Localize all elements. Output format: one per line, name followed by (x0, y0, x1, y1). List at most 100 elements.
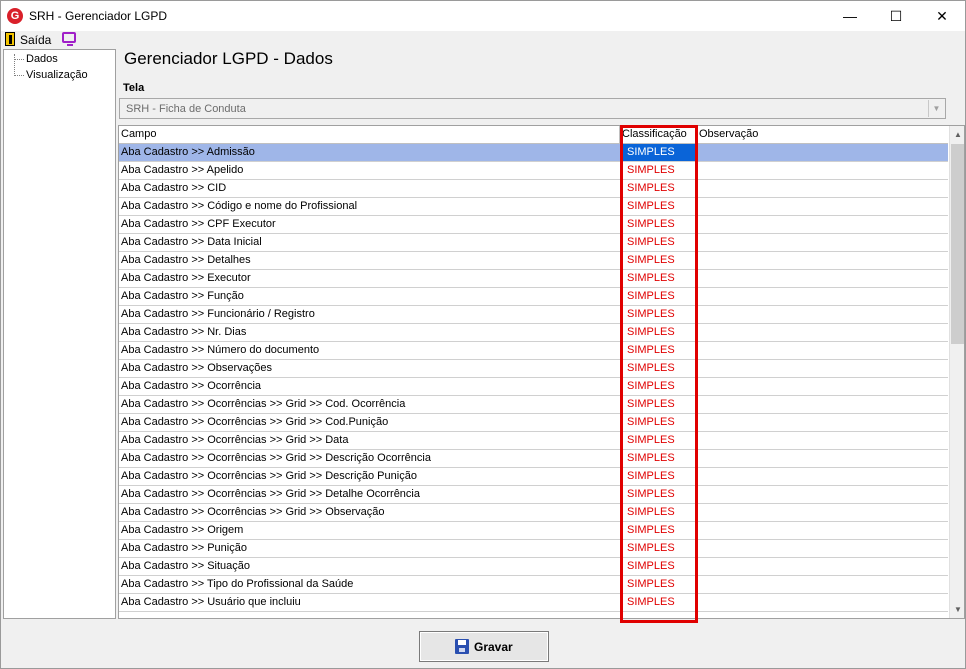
cell-campo[interactable]: Aba Cadastro >> Situação (121, 558, 618, 575)
table-row[interactable]: Aba Cadastro >> CID SIMPLES (119, 180, 948, 198)
cell-observacao[interactable] (697, 414, 948, 431)
cell-classificacao[interactable]: SIMPLES (620, 558, 697, 575)
table-row[interactable]: Aba Cadastro >> Punição SIMPLES (119, 540, 948, 558)
cell-observacao[interactable] (697, 450, 948, 467)
cell-classificacao[interactable]: SIMPLES (620, 360, 697, 377)
cell-campo[interactable]: Aba Cadastro >> Ocorrências >> Grid >> D… (121, 450, 618, 467)
table-row[interactable]: Aba Cadastro >> Detalhes SIMPLES (119, 252, 948, 270)
table-row[interactable]: Aba Cadastro >> Observações SIMPLES (119, 360, 948, 378)
cell-classificacao[interactable]: SIMPLES (620, 324, 697, 341)
table-row[interactable]: Aba Cadastro >> Situação SIMPLES (119, 558, 948, 576)
cell-campo[interactable]: Aba Cadastro >> Funcionário / Registro (121, 306, 618, 323)
cell-classificacao[interactable]: SIMPLES (620, 396, 697, 413)
cell-observacao[interactable] (697, 306, 948, 323)
table-row[interactable]: Aba Cadastro >> Funcionário / Registro SI… (119, 306, 948, 324)
cell-observacao[interactable] (697, 324, 948, 341)
cell-campo[interactable]: Aba Cadastro >> Código e nome do Profiss… (121, 198, 618, 215)
table-row[interactable]: Aba Cadastro >> Executor SIMPLES (119, 270, 948, 288)
cell-classificacao[interactable]: SIMPLES (620, 468, 697, 485)
cell-campo[interactable]: Aba Cadastro >> Observações (121, 360, 618, 377)
cell-observacao[interactable] (697, 288, 948, 305)
monitor-icon[interactable] (62, 32, 76, 46)
table-row[interactable]: Aba Cadastro >> Ocorrências >> Grid >> C… (119, 414, 948, 432)
cell-campo[interactable]: Aba Cadastro >> Data Inicial (121, 234, 618, 251)
table-row[interactable]: Aba Cadastro >> Admissão SIMPLES (119, 144, 948, 162)
cell-classificacao[interactable]: SIMPLES (620, 486, 697, 503)
cell-observacao[interactable] (697, 360, 948, 377)
cell-classificacao[interactable]: SIMPLES (620, 450, 697, 467)
table-row[interactable]: Aba Cadastro >> Nr. Dias SIMPLES (119, 324, 948, 342)
cell-classificacao[interactable]: SIMPLES (620, 414, 697, 431)
table-row[interactable]: Aba Cadastro >> Número do documento SIMPL… (119, 342, 948, 360)
cell-classificacao[interactable]: SIMPLES (620, 144, 697, 161)
cell-observacao[interactable] (697, 558, 948, 575)
save-button[interactable]: Gravar (419, 631, 549, 662)
cell-observacao[interactable] (697, 378, 948, 395)
cell-campo[interactable]: Aba Cadastro >> Nr. Dias (121, 324, 618, 341)
table-row[interactable]: Aba Cadastro >> Ocorrências >> Grid >> D… (119, 450, 948, 468)
cell-campo[interactable]: Aba Cadastro >> CID (121, 180, 618, 197)
cell-campo[interactable]: Aba Cadastro >> Ocorrências >> Grid >> O… (121, 504, 618, 521)
table-row[interactable]: Aba Cadastro >> Ocorrências >> Grid >> D… (119, 486, 948, 504)
cell-observacao[interactable] (697, 342, 948, 359)
table-row[interactable]: Aba Cadastro >> CPF Executor SIMPLES (119, 216, 948, 234)
cell-observacao[interactable] (697, 522, 948, 539)
cell-campo[interactable]: Aba Cadastro >> Ocorrências >> Grid >> D… (121, 468, 618, 485)
cell-observacao[interactable] (697, 594, 948, 611)
scroll-up-icon[interactable]: ▲ (950, 126, 964, 143)
cell-observacao[interactable] (697, 540, 948, 557)
table-row[interactable]: Aba Cadastro >> Tipo do Profissional da … (119, 576, 948, 594)
cell-classificacao[interactable]: SIMPLES (620, 180, 697, 197)
table-row[interactable]: Aba Cadastro >> Ocorrências >> Grid >> O… (119, 504, 948, 522)
cell-observacao[interactable] (697, 162, 948, 179)
cell-classificacao[interactable]: SIMPLES (620, 594, 697, 611)
table-row[interactable]: Aba Cadastro >> Código e nome do Profiss… (119, 198, 948, 216)
cell-observacao[interactable] (697, 432, 948, 449)
close-button[interactable]: ✕ (919, 1, 965, 31)
column-header-observacao[interactable]: Observação (697, 126, 948, 144)
scroll-thumb[interactable] (951, 144, 964, 344)
cell-campo[interactable]: Aba Cadastro >> CPF Executor (121, 216, 618, 233)
cell-campo[interactable]: Aba Cadastro >> Usuário que incluiu (121, 594, 618, 611)
cell-observacao[interactable] (697, 576, 948, 593)
table-row[interactable]: Aba Cadastro >> Ocorrência SIMPLES (119, 378, 948, 396)
cell-campo[interactable]: Aba Cadastro >> Ocorrências >> Grid >> C… (121, 396, 618, 413)
cell-observacao[interactable] (697, 252, 948, 269)
cell-campo[interactable]: Aba Cadastro >> Ocorrências >> Grid >> D… (121, 486, 618, 503)
cell-observacao[interactable] (697, 234, 948, 251)
table-row[interactable]: Aba Cadastro >> Data Inicial SIMPLES (119, 234, 948, 252)
cell-campo[interactable]: Aba Cadastro >> Ocorrência (121, 378, 618, 395)
cell-campo[interactable]: Aba Cadastro >> Apelido (121, 162, 618, 179)
cell-campo[interactable]: Aba Cadastro >> Origem (121, 522, 618, 539)
table-row[interactable]: Aba Cadastro >> Ocorrências >> Grid >> C… (119, 396, 948, 414)
cell-campo[interactable]: Aba Cadastro >> Ocorrências >> Grid >> C… (121, 414, 618, 431)
cell-classificacao[interactable]: SIMPLES (620, 216, 697, 233)
column-header-classificacao[interactable]: Classificação (620, 126, 697, 144)
cell-campo[interactable]: Aba Cadastro >> Executor (121, 270, 618, 287)
cell-classificacao[interactable]: SIMPLES (620, 252, 697, 269)
cell-observacao[interactable] (697, 180, 948, 197)
cell-classificacao[interactable]: SIMPLES (620, 504, 697, 521)
vertical-scrollbar[interactable]: ▲ ▼ (949, 126, 964, 618)
cell-campo[interactable]: Aba Cadastro >> Punição (121, 540, 618, 557)
cell-observacao[interactable] (697, 396, 948, 413)
scroll-down-icon[interactable]: ▼ (950, 601, 964, 618)
cell-campo[interactable]: Aba Cadastro >> Número do documento (121, 342, 618, 359)
cell-observacao[interactable] (697, 144, 948, 161)
cell-classificacao[interactable]: SIMPLES (620, 198, 697, 215)
cell-classificacao[interactable]: SIMPLES (620, 432, 697, 449)
cell-observacao[interactable] (697, 270, 948, 287)
title-bar[interactable]: G SRH - Gerenciador LGPD — ☐ ✕ (1, 1, 965, 31)
cell-classificacao[interactable]: SIMPLES (620, 234, 697, 251)
cell-observacao[interactable] (697, 216, 948, 233)
maximize-button[interactable]: ☐ (873, 1, 919, 31)
cell-observacao[interactable] (697, 468, 948, 485)
cell-classificacao[interactable]: SIMPLES (620, 342, 697, 359)
cell-classificacao[interactable]: SIMPLES (620, 270, 697, 287)
table-row[interactable]: Aba Cadastro >> Apelido SIMPLES (119, 162, 948, 180)
cell-observacao[interactable] (697, 486, 948, 503)
chevron-down-icon[interactable]: ▼ (928, 100, 944, 117)
cell-campo[interactable]: Aba Cadastro >> Ocorrências >> Grid >> D… (121, 432, 618, 449)
cell-observacao[interactable] (697, 504, 948, 521)
cell-campo[interactable]: Aba Cadastro >> Função (121, 288, 618, 305)
